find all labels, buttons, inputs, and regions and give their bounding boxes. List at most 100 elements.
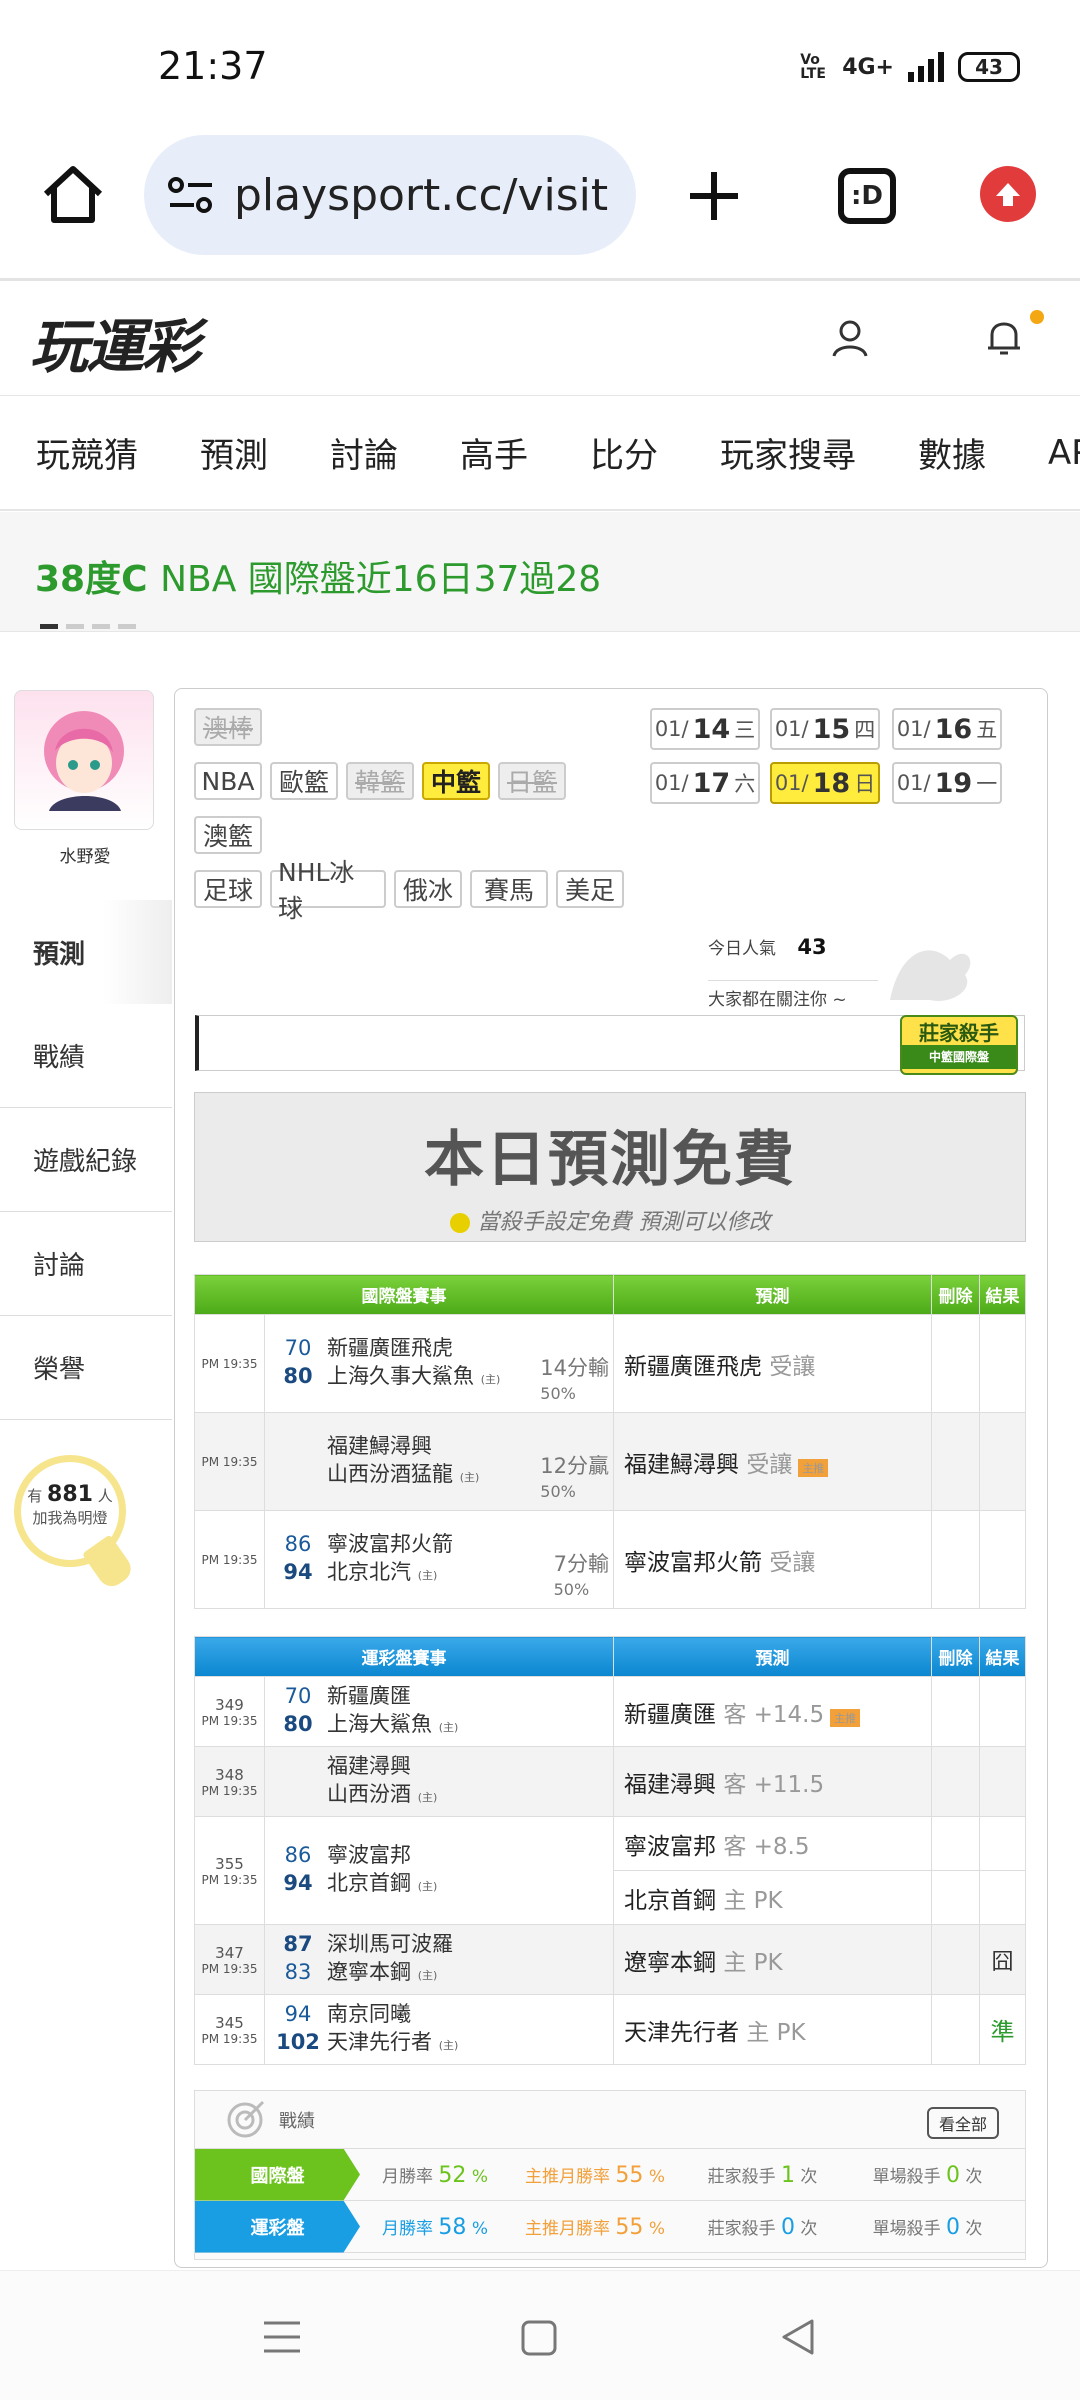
sport-tab-japan-basketball[interactable]: 日籃 (498, 762, 566, 800)
team-away[interactable]: 新疆廣匯 (327, 1682, 458, 1710)
side-item-game-log[interactable]: 遊戲紀錄 (0, 1108, 172, 1212)
side-item-honor[interactable]: 榮譽 (0, 1316, 172, 1420)
view-all-button[interactable]: 看全部 (926, 2107, 999, 2139)
nav-item-app[interactable]: APP (1048, 433, 1080, 473)
prediction-cell: 北京首鋼 主 PK (613, 1870, 932, 1925)
team-away[interactable]: 寧波富邦 (327, 1841, 437, 1869)
site-settings-icon[interactable] (168, 175, 214, 215)
lightbulb-small-icon (449, 1213, 470, 1233)
delete-cell[interactable] (931, 1816, 980, 1871)
delete-cell[interactable] (931, 1510, 980, 1609)
date-tab-0116[interactable]: 01/16 五 (892, 708, 1002, 750)
date-tab-0115[interactable]: 01/15 四 (770, 708, 880, 750)
date-day: 14 (692, 713, 731, 745)
sport-tab-horse-racing[interactable]: 賽馬 (470, 870, 548, 908)
score-away: 86 (284, 1531, 312, 1556)
fans-label: 加我為明燈 (32, 1509, 108, 1527)
date-md: 01/ (654, 717, 689, 741)
sport-tab-soccer[interactable]: 足球 (194, 870, 262, 908)
delete-cell[interactable] (931, 1412, 980, 1511)
nav-item-player-search[interactable]: 玩家搜尋 (720, 428, 856, 477)
home-square-icon[interactable] (520, 2319, 558, 2357)
sport-tab-russia-hockey[interactable]: 俄冰 (394, 870, 462, 908)
clock: 21:37 (158, 44, 268, 88)
new-tab-button[interactable] (684, 166, 744, 226)
delete-cell[interactable] (931, 1994, 980, 2065)
banker-killer-count: 莊家殺手 1 次 (680, 2162, 845, 2188)
sport-tab-american-football[interactable]: 美足 (556, 870, 624, 908)
notification-bell-icon[interactable] (982, 316, 1026, 364)
result-percent: 50% (540, 1482, 576, 1501)
team-away[interactable]: 寧波富邦火箭 (327, 1530, 453, 1558)
user-icon[interactable] (830, 318, 870, 362)
team-home[interactable]: 上海久事大鯊魚 (327, 1364, 474, 1388)
team-home[interactable]: 天津先行者 (327, 2030, 432, 2054)
team-home[interactable]: 北京首鋼 (327, 1871, 411, 1895)
nav-item-predict[interactable]: 預測 (200, 428, 268, 477)
team-away[interactable]: 南京同曦 (327, 2000, 458, 2028)
home-button[interactable] (38, 160, 108, 230)
team-away[interactable]: 福建鱘潯興 (327, 1432, 479, 1460)
update-button[interactable] (980, 166, 1036, 222)
sport-tab-aus-baseball[interactable]: 澳棒 (194, 708, 262, 746)
side-item-discuss[interactable]: 討論 (0, 1212, 172, 1316)
fans-suffix: 人 (97, 1487, 113, 1505)
url-bar[interactable]: playsport.cc/visit (144, 135, 636, 255)
team-home[interactable]: 上海大鯊魚 (327, 1712, 432, 1736)
side-item-record[interactable]: 戰績 (0, 1004, 172, 1108)
date-tab-0117[interactable]: 01/17 六 (650, 762, 760, 804)
delete-cell[interactable] (931, 1676, 980, 1747)
team-home[interactable]: 遼寧本鋼 (327, 1960, 411, 1984)
menu-icon[interactable] (262, 2319, 302, 2355)
sport-tab-china-basketball[interactable]: 中籃 (422, 762, 490, 800)
delete-cell[interactable] (931, 1924, 980, 1995)
site-logo[interactable]: 玩運彩 (30, 300, 200, 384)
team-away[interactable]: 福建潯興 (327, 1752, 437, 1780)
team-home[interactable]: 山西汾酒猛龍 (327, 1462, 453, 1486)
score-away: 94 (284, 2001, 312, 2026)
sport-tab-nhl[interactable]: NHL冰球 (270, 858, 386, 923)
delete-cell[interactable] (931, 1314, 980, 1413)
tab-switcher-button[interactable]: :D (838, 168, 896, 224)
back-icon[interactable] (778, 2317, 818, 2357)
team-away[interactable]: 深圳馬可波羅 (327, 1930, 453, 1958)
team-home[interactable]: 北京北汽 (327, 1560, 411, 1584)
avatar[interactable] (14, 690, 154, 830)
url-text[interactable]: playsport.cc/visit (234, 170, 608, 221)
record-row-label: 國際盤 (195, 2148, 360, 2201)
sport-tab-korea-basketball[interactable]: 韓籃 (346, 762, 414, 800)
delete-cell[interactable] (931, 1870, 980, 1925)
result-cell: 囧 (979, 1924, 1026, 1995)
delete-cell[interactable] (931, 1746, 980, 1817)
sport-tab-nba[interactable]: NBA (194, 762, 262, 800)
username[interactable]: 水野愛 (0, 842, 170, 867)
home-label: (主) (417, 1968, 438, 1982)
table-row: 349 PM 19:35 70 80 新疆廣匯 上海大鯊魚 (主) 新疆廣匯 客 +14… (194, 1676, 1026, 1747)
result-cell (979, 1412, 1026, 1511)
banker-killer-badge: 莊家殺手 中籃國際盤 (900, 1015, 1018, 1075)
logo-text: 玩運彩 (30, 313, 200, 381)
date-day: 17 (692, 767, 731, 799)
marquee-text[interactable]: 38度C NBA 國際盤近16日37過28 (35, 550, 601, 602)
date-tab-0119[interactable]: 01/19 一 (892, 762, 1002, 804)
nav-item-discuss[interactable]: 討論 (330, 428, 398, 477)
sport-tab-aus-basketball[interactable]: 澳籃 (194, 816, 262, 854)
side-item-predict[interactable]: 預測 (0, 900, 172, 1004)
free-prediction-banner: 本日預測免費 當殺手設定免費 預測可以修改 (194, 1092, 1026, 1242)
nav-item-guess[interactable]: 玩競猜 (36, 428, 138, 477)
date-tab-0118[interactable]: 01/18 日 (770, 762, 880, 804)
nav-item-experts[interactable]: 高手 (460, 428, 528, 477)
nav-item-data[interactable]: 數據 (918, 428, 986, 477)
date-tab-0114[interactable]: 01/14 三 (650, 708, 760, 750)
predicted-handicap: 客 +14.5 (723, 1701, 825, 1728)
predicted-handicap: 受讓 (769, 1353, 816, 1380)
sport-tab-euro-basketball[interactable]: 歐籃 (270, 762, 338, 800)
match-number: 345 (215, 2013, 244, 2032)
nav-item-scores[interactable]: 比分 (590, 428, 658, 477)
stat-label: 單場殺手 (872, 2218, 941, 2239)
stat-value: 55 (615, 2162, 644, 2188)
team-away[interactable]: 新疆廣匯飛虎 (327, 1334, 500, 1362)
team-home[interactable]: 山西汾酒 (327, 1782, 411, 1806)
date-md: 01/ (654, 771, 689, 795)
headline-marquee[interactable]: 38度C NBA 國際盤近16日37過28 (0, 512, 1080, 632)
